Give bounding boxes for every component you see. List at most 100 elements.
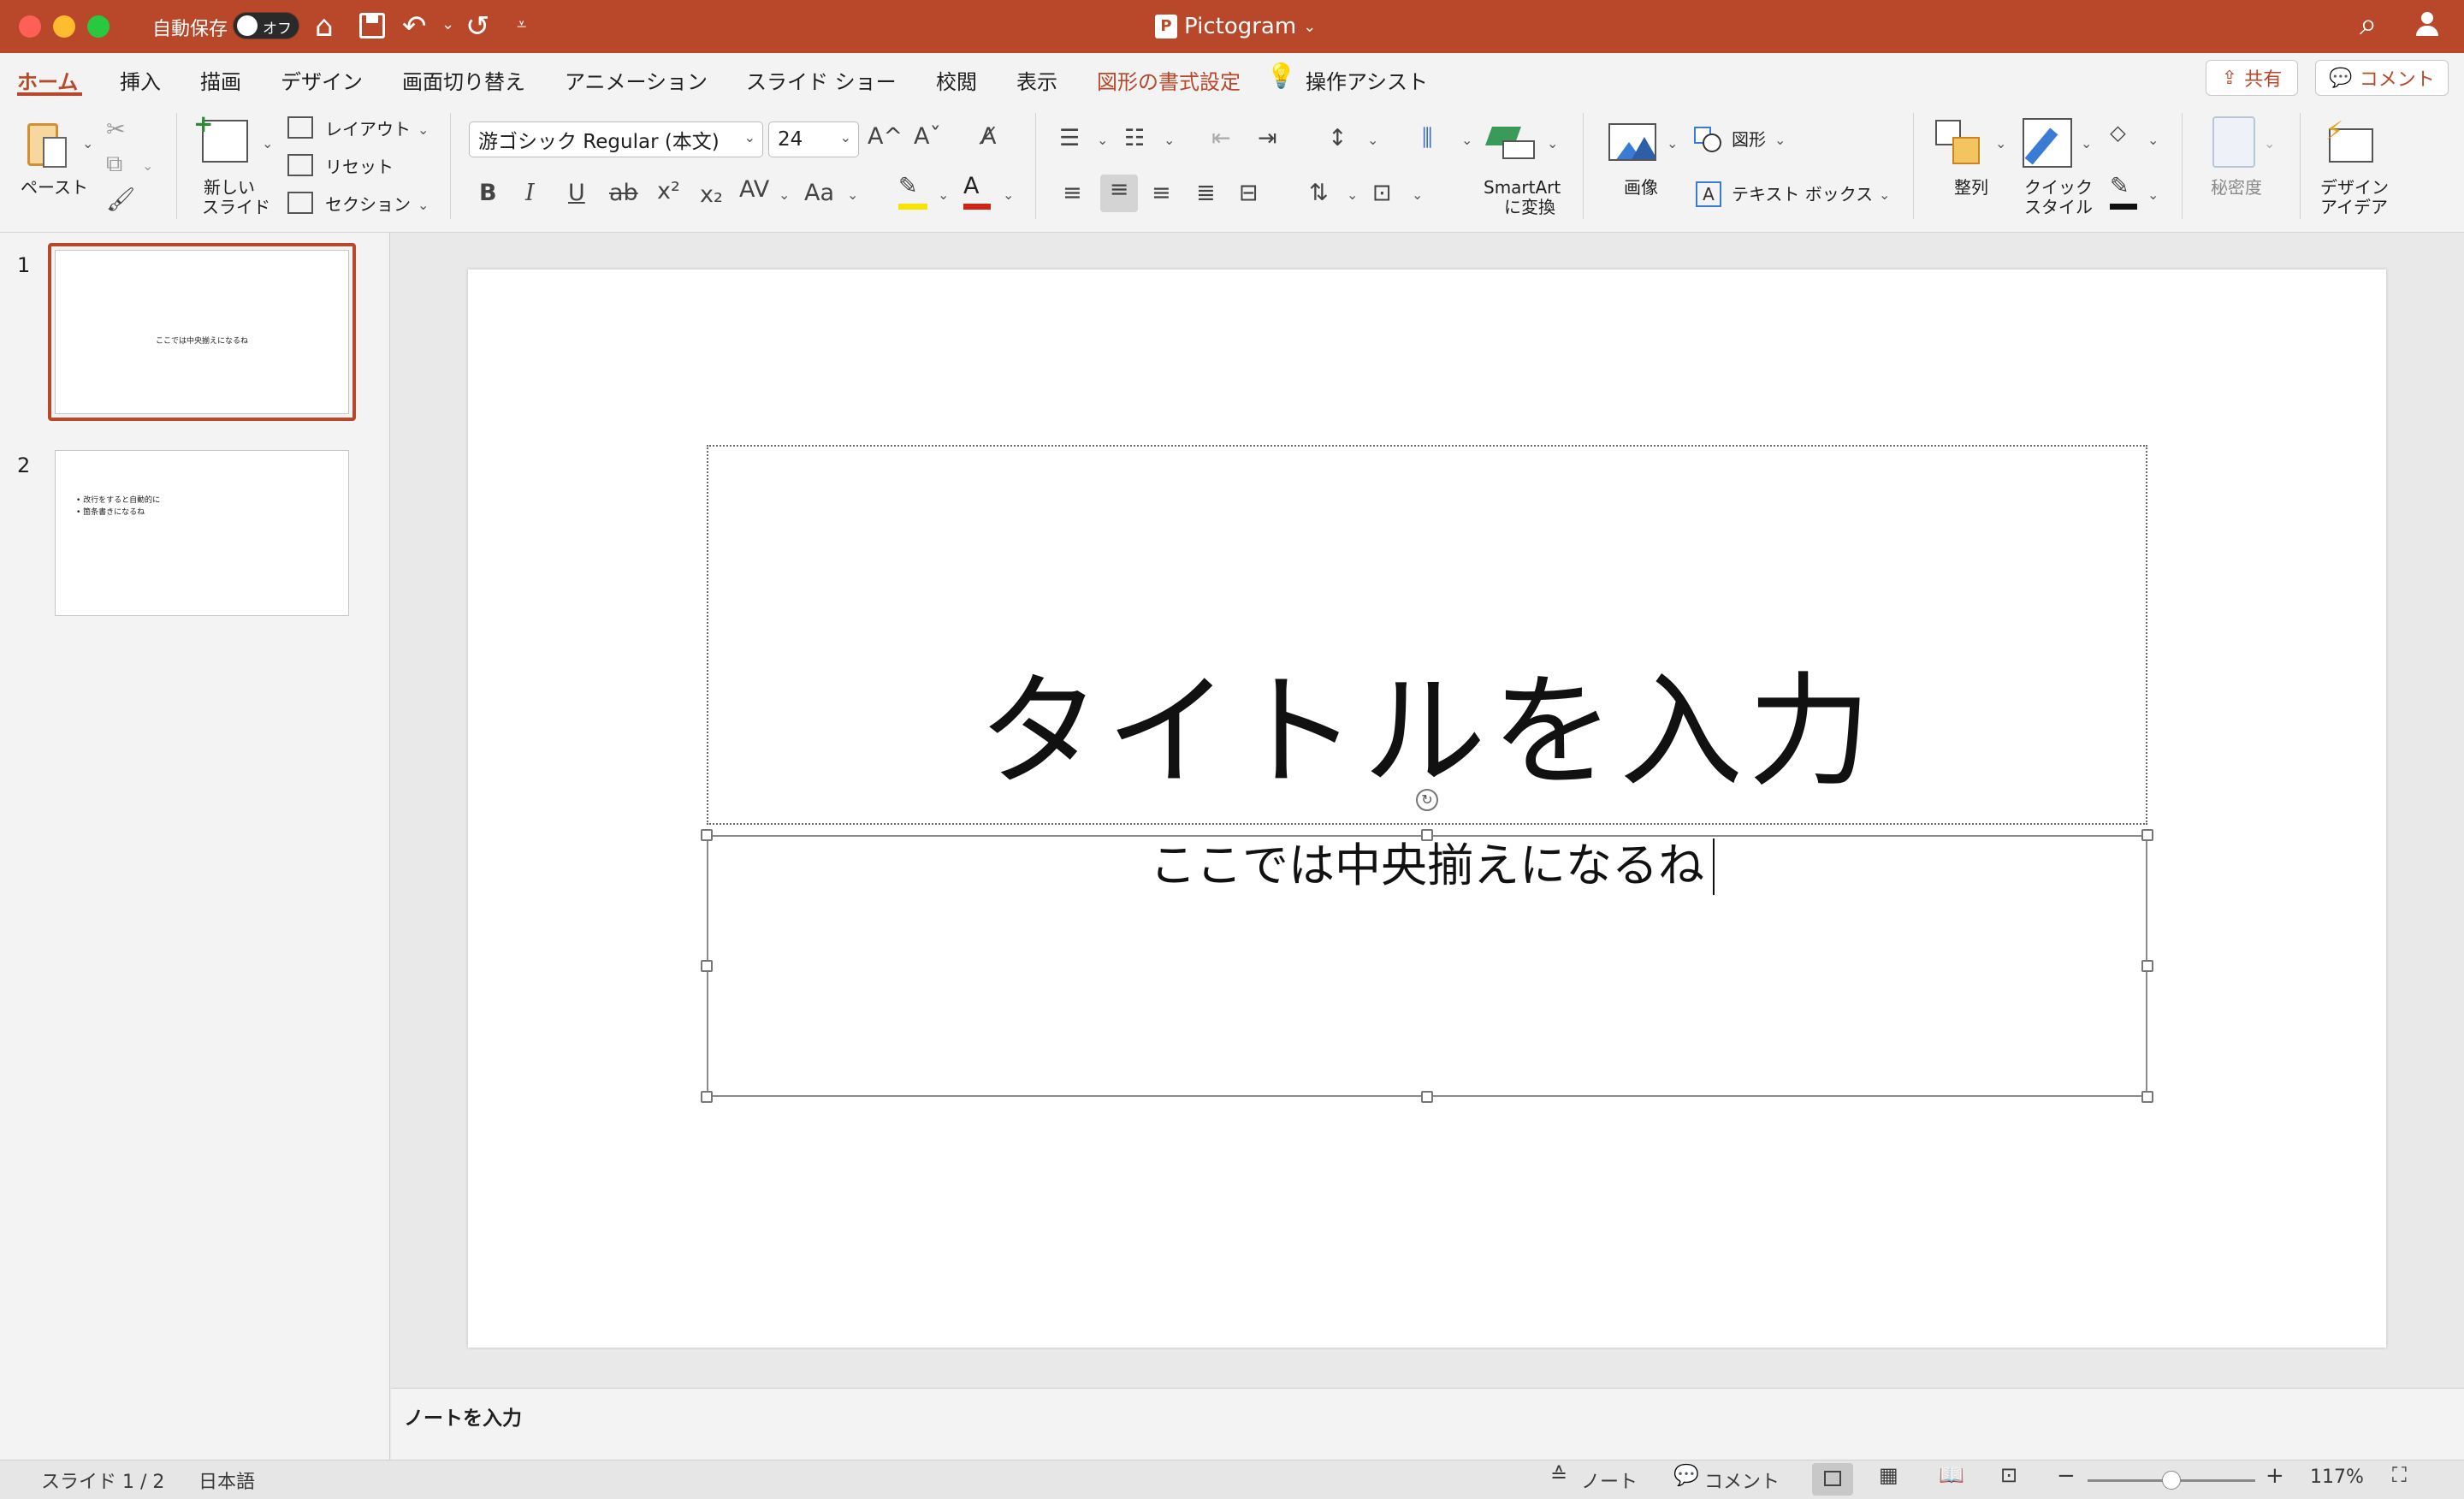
text-direction-dropdown-icon[interactable]: ⌄: [1347, 187, 1358, 203]
slide-thumbnail-1[interactable]: ここでは中央揃えになるね: [55, 250, 349, 414]
underline-button[interactable]: U: [568, 178, 585, 209]
align-right-icon[interactable]: ≡: [1152, 178, 1171, 209]
shapes-icon[interactable]: [1694, 127, 1723, 152]
smartart-dropdown-icon[interactable]: ⌄: [1547, 135, 1558, 151]
textbox-button[interactable]: テキスト ボックス: [1732, 185, 1873, 204]
new-slide-icon[interactable]: +: [193, 110, 248, 163]
tab-shape-format[interactable]: 図形の書式設定: [1097, 65, 1241, 95]
slide-title[interactable]: タイトルを入力: [707, 667, 2147, 796]
smartart-icon[interactable]: [1484, 123, 1537, 163]
reset-button[interactable]: リセット: [325, 157, 394, 177]
justify-icon[interactable]: ≣: [1196, 178, 1216, 209]
decrease-indent-icon[interactable]: ⇤: [1211, 123, 1231, 154]
section-icon[interactable]: [287, 192, 313, 214]
maximize-window-button[interactable]: [87, 15, 110, 38]
columns-dropdown-icon[interactable]: ⌄: [1461, 132, 1472, 148]
reading-view-icon[interactable]: 📖: [1939, 1463, 1964, 1487]
change-case-button[interactable]: Aa: [804, 178, 834, 209]
case-dropdown-icon[interactable]: ⌄: [847, 187, 858, 203]
picture-icon[interactable]: [1608, 123, 1656, 161]
resize-handle-top[interactable]: [1421, 829, 1433, 841]
format-painter-icon[interactable]: 🖌: [106, 185, 135, 216]
font-size-select[interactable]: 24 ⌄: [768, 121, 859, 157]
paste-icon[interactable]: [24, 118, 70, 171]
quick-styles-icon[interactable]: [2023, 118, 2072, 168]
undo-icon[interactable]: ↶: [402, 7, 427, 46]
superscript-button[interactable]: x²: [657, 176, 680, 207]
notes-toggle-button[interactable]: ノート: [1581, 1466, 1638, 1494]
tab-slideshow[interactable]: スライド ショー: [746, 65, 897, 95]
font-color-dropdown-icon[interactable]: ⌄: [1003, 187, 1014, 203]
resize-handle-right[interactable]: [2141, 960, 2153, 972]
shape-outline-dropdown-icon[interactable]: ⌄: [2147, 187, 2159, 203]
slide-thumbnail-2[interactable]: • 改行をすると自動的に • 箇条書きになるね: [55, 450, 349, 616]
highlight-icon[interactable]: ✎: [898, 171, 918, 202]
reset-icon[interactable]: [287, 154, 313, 176]
comments-toggle-button[interactable]: コメント: [1704, 1466, 1780, 1494]
tab-review[interactable]: 校閲: [936, 65, 977, 95]
notes-pane[interactable]: [391, 1388, 2464, 1460]
tab-view[interactable]: 表示: [1016, 65, 1057, 95]
zoom-slider-knob[interactable]: [2162, 1471, 2181, 1490]
layout-button[interactable]: レイアウト: [325, 120, 411, 139]
tab-design[interactable]: デザイン: [281, 65, 363, 95]
minimize-window-button[interactable]: [53, 15, 75, 38]
fit-to-window-icon[interactable]: ⛶: [2392, 1463, 2407, 1487]
section-dropdown-icon[interactable]: ⌄: [418, 197, 429, 213]
bullets-dropdown-icon[interactable]: ⌄: [1097, 132, 1108, 148]
highlight-dropdown-icon[interactable]: ⌄: [938, 187, 949, 203]
sensitivity-icon[interactable]: [2212, 116, 2255, 168]
search-icon[interactable]: ⌕: [2360, 5, 2377, 44]
font-name-select[interactable]: 游ゴシック Regular (本文) ⌄: [469, 121, 763, 157]
comments-button[interactable]: 💬 コメント: [2315, 60, 2449, 96]
zoom-level[interactable]: 117%: [2310, 1466, 2364, 1488]
grow-font-button[interactable]: A^: [868, 121, 903, 152]
layout-icon[interactable]: [287, 116, 313, 139]
normal-view-button[interactable]: [1812, 1463, 1853, 1496]
undo-dropdown-icon[interactable]: ⌄: [441, 15, 454, 33]
resize-handle-left[interactable]: [701, 960, 713, 972]
comment-icon[interactable]: 💬: [1673, 1463, 1699, 1487]
tab-draw[interactable]: 描画: [200, 65, 241, 95]
textbox-dropdown-icon[interactable]: ⌄: [1879, 187, 1890, 203]
character-spacing-button[interactable]: AV: [739, 175, 769, 205]
arrange-dropdown-icon[interactable]: ⌄: [1995, 135, 2006, 151]
redo-icon[interactable]: ↺: [465, 7, 490, 46]
tab-home[interactable]: ホーム: [17, 65, 78, 95]
spacing-dropdown-icon[interactable]: ⌄: [779, 187, 790, 203]
autosave-toggle[interactable]: オフ: [233, 12, 299, 39]
cut-icon[interactable]: ✂: [106, 115, 126, 145]
bold-button[interactable]: B: [479, 178, 497, 209]
save-icon[interactable]: [359, 13, 385, 39]
copy-dropdown-icon[interactable]: ⌄: [142, 157, 153, 174]
zoom-out-button[interactable]: −: [2057, 1463, 2076, 1489]
line-spacing-dropdown-icon[interactable]: ⌄: [1367, 132, 1378, 148]
slide-subtitle[interactable]: ここでは中央揃えになるね: [707, 835, 2147, 897]
zoom-in-button[interactable]: +: [2266, 1463, 2284, 1489]
shrink-font-button[interactable]: Aˇ: [914, 121, 941, 152]
resize-handle-top-right[interactable]: [2141, 829, 2153, 841]
picture-dropdown-icon[interactable]: ⌄: [1667, 135, 1678, 151]
copy-icon[interactable]: ⧉: [106, 149, 122, 180]
resize-handle-bottom-left[interactable]: [701, 1091, 713, 1103]
line-spacing-icon[interactable]: ↕: [1328, 123, 1348, 154]
align-text-dropdown-icon[interactable]: ⌄: [1412, 187, 1423, 203]
subscript-button[interactable]: x₂: [700, 180, 723, 210]
shape-fill-icon[interactable]: ⬦: [2110, 118, 2126, 149]
tell-me-search[interactable]: 操作アシスト: [1306, 65, 1428, 95]
notes-placeholder[interactable]: ノートを入力: [404, 1401, 522, 1431]
paste-dropdown-icon[interactable]: ⌄: [82, 135, 93, 151]
section-button[interactable]: セクション: [325, 195, 411, 215]
increase-indent-icon[interactable]: ⇥: [1258, 123, 1277, 154]
strikethrough-button[interactable]: ab: [609, 178, 638, 209]
layout-dropdown-icon[interactable]: ⌄: [418, 121, 429, 138]
italic-button[interactable]: I: [525, 178, 535, 209]
shapes-button[interactable]: 図形: [1732, 130, 1766, 150]
design-ideas-icon[interactable]: ⚡: [2325, 116, 2377, 164]
notes-icon[interactable]: ≙: [1550, 1463, 1567, 1487]
arrange-icon[interactable]: [1935, 120, 1985, 169]
quick-styles-dropdown-icon[interactable]: ⌄: [2081, 135, 2092, 151]
new-slide-dropdown-icon[interactable]: ⌄: [262, 135, 273, 151]
slide-sorter-icon[interactable]: ▦: [1879, 1463, 1898, 1487]
numbering-dropdown-icon[interactable]: ⌄: [1164, 132, 1175, 148]
